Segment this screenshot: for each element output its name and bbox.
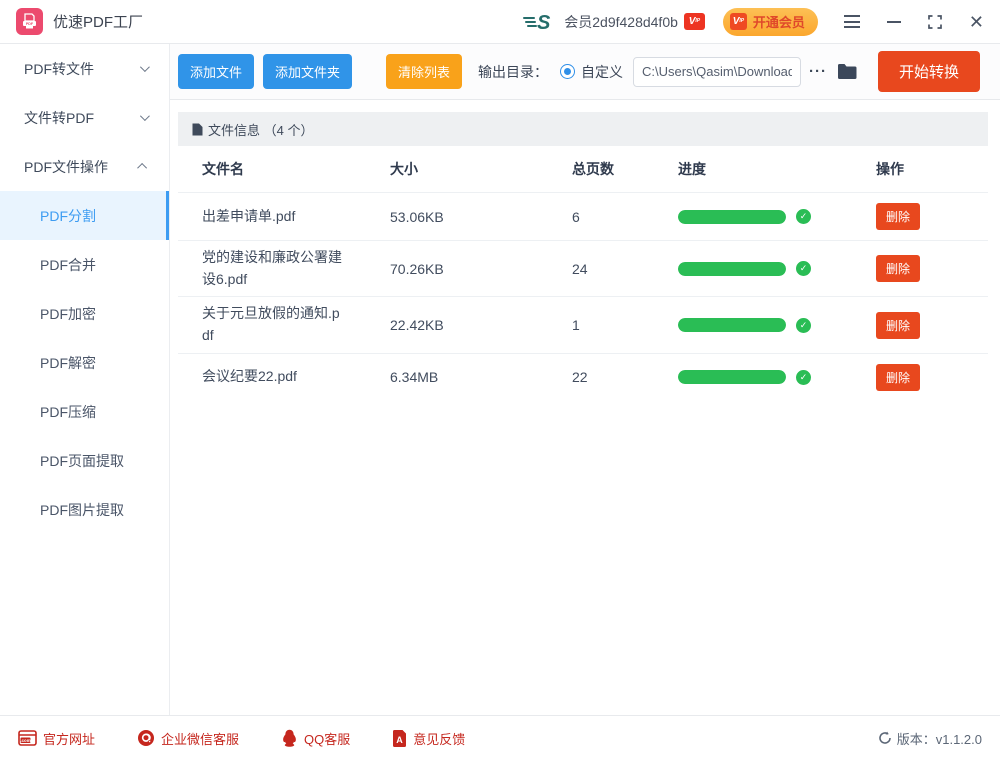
file-size: 53.06KB xyxy=(390,209,572,225)
progress-bar xyxy=(678,262,786,276)
delete-button[interactable]: 删除 xyxy=(876,312,920,339)
custom-radio[interactable] xyxy=(560,64,575,79)
vip-badge-icon: VIP xyxy=(684,13,705,30)
output-path-input[interactable] xyxy=(633,57,801,87)
table-row: 会议纪要22.pdf 6.34MB 22 ✓ 删除 xyxy=(178,353,988,401)
menu-icon[interactable] xyxy=(844,15,860,28)
add-file-button[interactable]: 添加文件 xyxy=(178,54,254,89)
clear-list-button[interactable]: 清除列表 xyxy=(386,54,462,89)
file-progress: ✓ xyxy=(678,370,876,385)
col-pages: 总页数 xyxy=(572,159,678,179)
col-filename: 文件名 xyxy=(202,159,390,179)
check-circle-icon: ✓ xyxy=(796,318,811,333)
file-progress: ✓ xyxy=(678,318,876,333)
delete-button[interactable]: 删除 xyxy=(876,255,920,282)
chevron-down-icon xyxy=(140,62,150,72)
sidebar-group-pdf-operations[interactable]: PDF文件操作 xyxy=(0,142,169,191)
open-folder-icon[interactable] xyxy=(837,63,858,80)
sidebar-group-pdf-to-file[interactable]: PDF转文件 xyxy=(0,44,169,93)
file-panel: 文件信息 （4 个） 文件名 大小 总页数 进度 操作 出差申请单.pdf 53… xyxy=(178,112,988,401)
col-size: 大小 xyxy=(390,159,572,179)
output-directory-group: 输出目录： 自定义 ··· 开始转换 xyxy=(478,51,980,92)
minimize-button[interactable] xyxy=(887,21,901,23)
toolbar: 添加文件 添加文件夹 清除列表 输出目录： 自定义 ··· 开始转换 xyxy=(170,44,1000,100)
refresh-icon xyxy=(878,731,892,745)
app-logo-icon: PDF xyxy=(16,8,43,35)
file-pages: 1 xyxy=(572,317,678,333)
sidebar-item-pdf-image-extract[interactable]: PDF图片提取 xyxy=(0,485,169,534)
delete-button[interactable]: 删除 xyxy=(876,203,920,230)
file-name: 会议纪要22.pdf xyxy=(202,360,390,394)
start-convert-button[interactable]: 开始转换 xyxy=(878,51,980,92)
file-name: 出差申请单.pdf xyxy=(202,200,390,234)
col-action: 操作 xyxy=(876,159,988,179)
title-bar: PDF 优速PDF工厂 S 会员2d9f428d4f0b VIP VIP 开通会… xyxy=(0,0,1000,44)
chevron-down-icon xyxy=(140,111,150,121)
progress-bar xyxy=(678,370,786,384)
col-progress: 进度 xyxy=(678,159,876,179)
file-size: 70.26KB xyxy=(390,261,572,277)
check-circle-icon: ✓ xyxy=(796,209,811,224)
progress-bar xyxy=(678,210,786,224)
file-size: 22.42KB xyxy=(390,317,572,333)
table-row: 关于元旦放假的通知.pdf 22.42KB 1 ✓ 删除 xyxy=(178,296,988,352)
maximize-button[interactable] xyxy=(928,15,942,29)
user-avatar-icon[interactable]: S xyxy=(522,11,556,33)
svg-text:S: S xyxy=(537,12,551,33)
sidebar-item-pdf-compress[interactable]: PDF压缩 xyxy=(0,387,169,436)
file-pages: 6 xyxy=(572,209,678,225)
sidebar-item-pdf-encrypt[interactable]: PDF加密 xyxy=(0,289,169,338)
progress-bar xyxy=(678,318,786,332)
table-header: 文件名 大小 总页数 进度 操作 xyxy=(178,146,988,192)
wechat-service-link[interactable]: 企业微信客服 xyxy=(137,729,239,748)
delete-button[interactable]: 删除 xyxy=(876,364,920,391)
check-circle-icon: ✓ xyxy=(796,370,811,385)
file-info-header: 文件信息 （4 个） xyxy=(178,112,988,146)
footer-bar: .com 官方网址 企业微信客服 QQ客服 A 意见反馈 版本：v1.1.2.0 xyxy=(0,715,1000,760)
table-row: 党的建设和廉政公署建设6.pdf 70.26KB 24 ✓ 删除 xyxy=(178,240,988,296)
app-title: 优速PDF工厂 xyxy=(53,11,143,32)
vip-icon: VIP xyxy=(730,13,747,30)
official-website-link[interactable]: .com 官方网址 xyxy=(18,729,95,748)
document-icon xyxy=(192,123,203,136)
sidebar-item-pdf-split[interactable]: PDF分割 xyxy=(0,191,169,240)
feedback-link[interactable]: A 意见反馈 xyxy=(392,729,465,748)
version-label: 版本：v1.1.2.0 xyxy=(897,729,982,748)
wechat-service-icon xyxy=(137,729,155,747)
sidebar-item-pdf-decrypt[interactable]: PDF解密 xyxy=(0,338,169,387)
file-progress: ✓ xyxy=(678,209,876,224)
add-folder-button[interactable]: 添加文件夹 xyxy=(263,54,352,89)
chevron-up-icon xyxy=(137,163,147,173)
file-progress: ✓ xyxy=(678,261,876,276)
file-size: 6.34MB xyxy=(390,369,572,385)
check-circle-icon: ✓ xyxy=(796,261,811,276)
svg-text:.com: .com xyxy=(20,738,30,743)
file-pages: 22 xyxy=(572,369,678,385)
output-dir-label: 输出目录： xyxy=(478,62,548,82)
sidebar-item-pdf-merge[interactable]: PDF合并 xyxy=(0,240,169,289)
qq-icon xyxy=(281,729,298,747)
sidebar-group-file-to-pdf[interactable]: 文件转PDF xyxy=(0,93,169,142)
website-icon: .com xyxy=(18,730,37,746)
browse-more-button[interactable]: ··· xyxy=(809,63,827,80)
sidebar: PDF转文件 文件转PDF PDF文件操作 PDF分割 PDF合并 PDF加密 … xyxy=(0,44,170,715)
sidebar-item-pdf-page-extract[interactable]: PDF页面提取 xyxy=(0,436,169,485)
custom-radio-label[interactable]: 自定义 xyxy=(581,62,623,82)
open-vip-button[interactable]: VIP 开通会员 xyxy=(723,8,818,36)
svg-text:PDF: PDF xyxy=(26,22,34,26)
version-info: 版本：v1.1.2.0 xyxy=(878,729,982,748)
file-name: 党的建设和廉政公署建设6.pdf xyxy=(202,241,390,296)
file-name: 关于元旦放假的通知.pdf xyxy=(202,297,390,352)
main-content: 添加文件 添加文件夹 清除列表 输出目录： 自定义 ··· 开始转换 文件信息 … xyxy=(170,44,1000,715)
close-button[interactable]: ✕ xyxy=(969,13,984,31)
file-pages: 24 xyxy=(572,261,678,277)
table-row: 出差申请单.pdf 53.06KB 6 ✓ 删除 xyxy=(178,192,988,240)
member-id[interactable]: 会员2d9f428d4f0b xyxy=(564,12,678,32)
window-controls: ✕ xyxy=(844,13,984,31)
qq-service-link[interactable]: QQ客服 xyxy=(281,729,350,748)
svg-text:A: A xyxy=(397,735,404,745)
feedback-icon: A xyxy=(392,730,407,747)
